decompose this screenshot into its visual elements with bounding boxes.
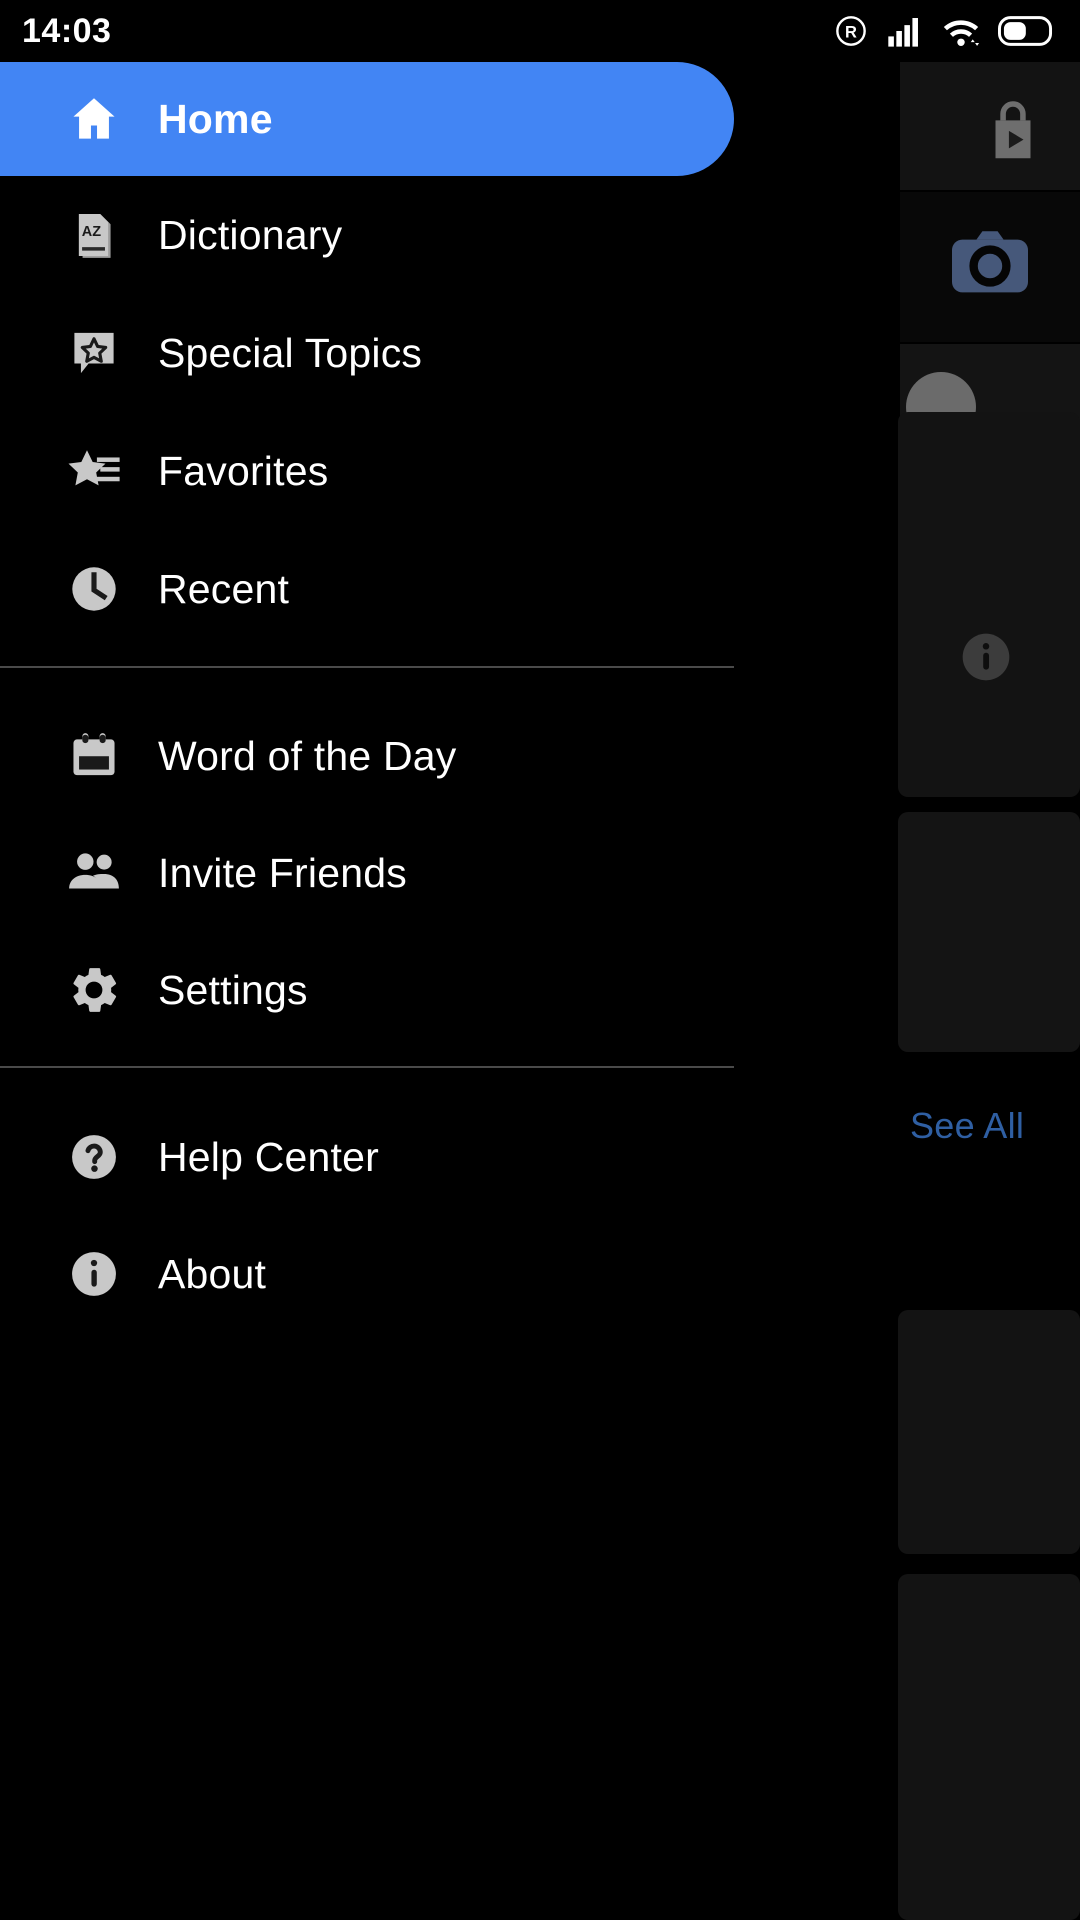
- people-group-icon: [58, 844, 130, 902]
- wifi-icon: [943, 20, 980, 46]
- nav-item-home[interactable]: Home: [0, 62, 734, 176]
- background-card-lower-1[interactable]: [898, 1310, 1080, 1554]
- phone-screen: See All Home AZ Dictionary Special Topic…: [0, 0, 1080, 1920]
- nav-item-settings[interactable]: Settings: [0, 933, 734, 1047]
- nav-item-about[interactable]: About: [0, 1217, 734, 1331]
- nav-label-word-of-the-day: Word of the Day: [158, 732, 457, 779]
- nav-item-recent[interactable]: Recent: [0, 532, 734, 646]
- play-store-bag-icon[interactable]: [978, 94, 1048, 170]
- nav-label-home: Home: [158, 95, 273, 142]
- speech-bubble-star-icon: [58, 325, 130, 381]
- background-card-see-all[interactable]: [898, 812, 1080, 1052]
- question-circle-icon: [58, 1129, 130, 1185]
- navigation-drawer: Home AZ Dictionary Special Topics Favori…: [0, 62, 734, 1920]
- home-icon: [58, 91, 130, 147]
- nav-label-about: About: [158, 1250, 267, 1297]
- nav-item-dictionary[interactable]: AZ Dictionary: [0, 178, 734, 292]
- info-circle-icon: [58, 1246, 130, 1302]
- svg-text:R: R: [845, 23, 857, 41]
- status-bar-icons: R: [833, 13, 1054, 49]
- drawer-divider-1: [0, 666, 734, 668]
- drawer-divider-2: [0, 1066, 734, 1068]
- nav-item-invite-friends[interactable]: Invite Friends: [0, 816, 734, 930]
- nav-item-favorites[interactable]: Favorites: [0, 414, 734, 528]
- nav-label-invite-friends: Invite Friends: [158, 849, 407, 896]
- status-bar-clock: 14:03: [22, 11, 112, 50]
- nav-label-settings: Settings: [158, 966, 308, 1013]
- see-all-link[interactable]: See All: [910, 1105, 1024, 1147]
- gear-icon: [58, 962, 130, 1018]
- registered-trademark-icon: R: [836, 16, 866, 46]
- star-list-icon: [58, 442, 130, 500]
- nav-label-help-center: Help Center: [158, 1133, 379, 1180]
- battery-icon: [998, 16, 1053, 46]
- nav-item-special-topics[interactable]: Special Topics: [0, 296, 734, 410]
- nav-item-word-of-the-day[interactable]: Word of the Day: [0, 699, 734, 813]
- nav-label-special-topics: Special Topics: [158, 329, 423, 376]
- cellular-signal-icon: [888, 18, 918, 47]
- calendar-icon: [58, 728, 130, 784]
- info-circle-icon[interactable]: [958, 629, 1014, 685]
- background-card-info[interactable]: [898, 412, 1080, 797]
- svg-text:AZ: AZ: [82, 224, 101, 240]
- background-card-lower-2[interactable]: [898, 1574, 1080, 1920]
- nav-label-recent: Recent: [158, 565, 290, 612]
- nav-label-dictionary: Dictionary: [158, 211, 343, 258]
- nav-label-favorites: Favorites: [158, 447, 329, 494]
- camera-icon[interactable]: [942, 214, 1038, 310]
- nav-item-help-center[interactable]: Help Center: [0, 1100, 734, 1214]
- status-bar: 14:03 R: [0, 0, 1080, 62]
- clock-icon: [58, 561, 130, 617]
- dictionary-book-az-icon: AZ: [58, 207, 130, 263]
